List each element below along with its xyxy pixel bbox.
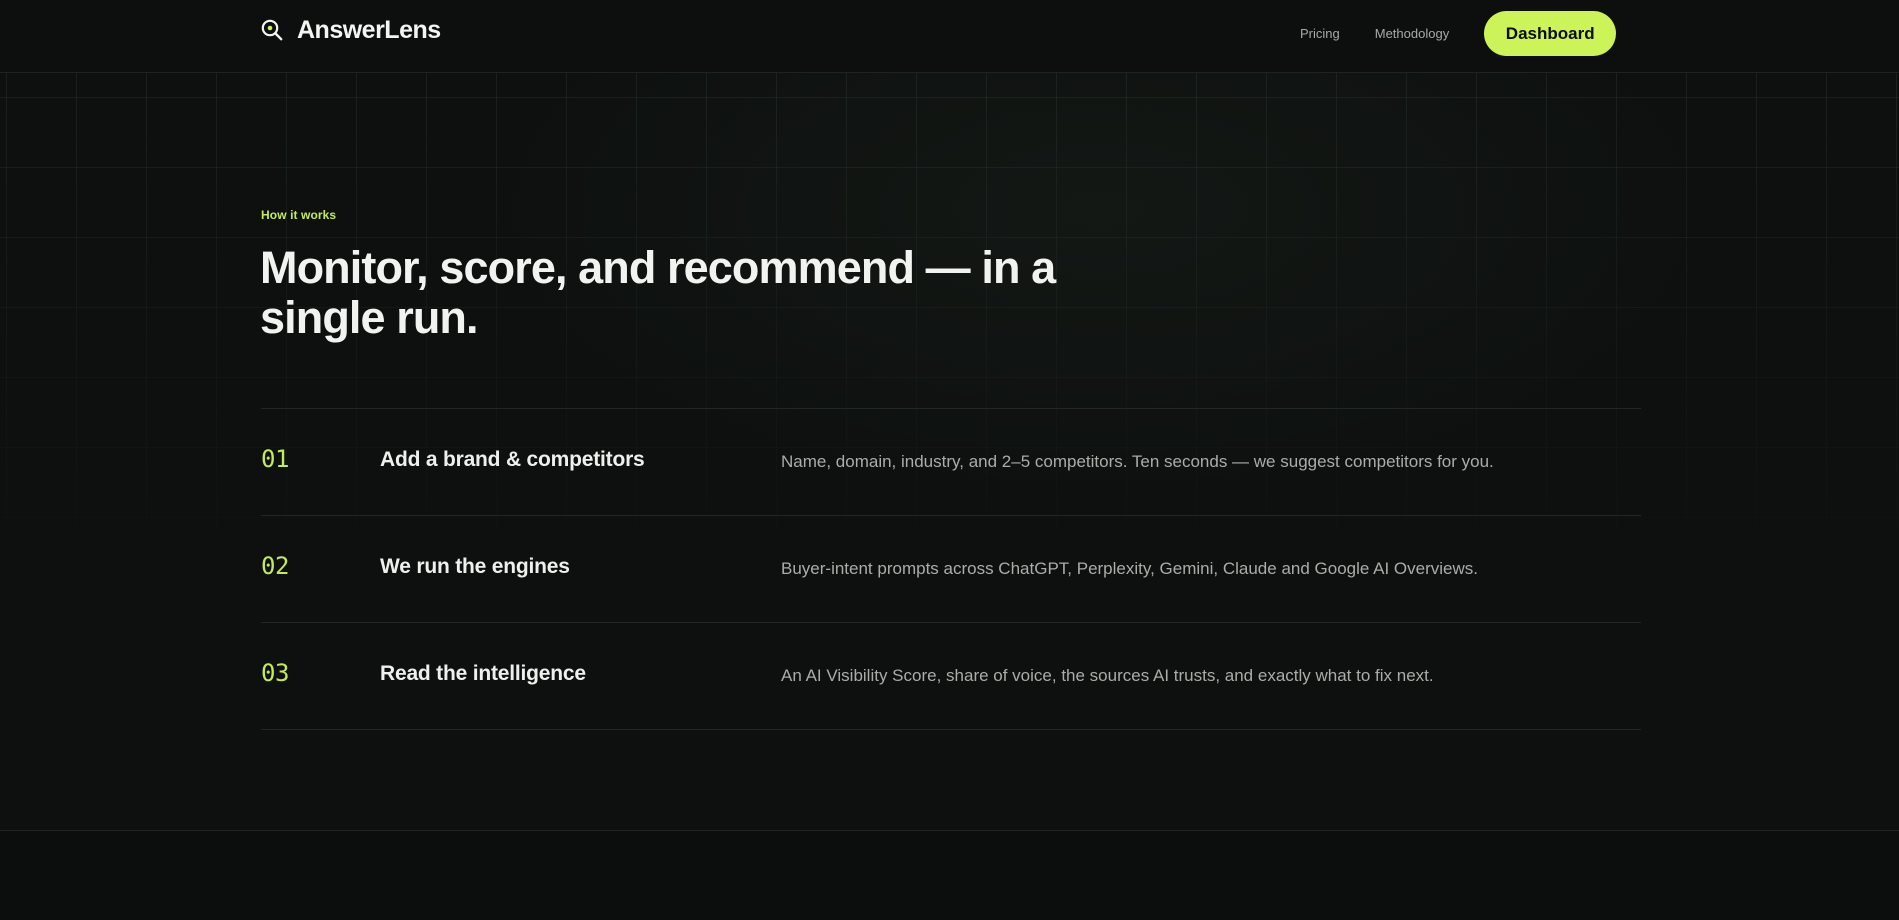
steps-list: 01 Add a brand & competitors Name, domai…: [261, 408, 1641, 730]
step-number: 02: [261, 552, 289, 580]
step-description: An AI Visibility Score, share of voice, …: [781, 666, 1434, 685]
nav-link-pricing[interactable]: Pricing: [1300, 26, 1340, 41]
step-description: Buyer-intent prompts across ChatGPT, Per…: [781, 559, 1478, 578]
step-number: 03: [261, 659, 289, 687]
step-title: We run the engines: [380, 555, 570, 578]
nav-links: Pricing Methodology Dashboard: [1300, 11, 1617, 56]
step-title: Read the intelligence: [380, 662, 586, 685]
step-title: Add a brand & competitors: [380, 448, 645, 471]
section-eyebrow: How it works: [261, 208, 337, 222]
page: AnswerLens Pricing Methodology Dashboard…: [0, 0, 1899, 920]
step-description: Name, domain, industry, and 2–5 competit…: [781, 452, 1494, 471]
magnifier-icon: [261, 19, 283, 41]
brand-name: AnswerLens: [297, 15, 441, 44]
step-row: 01 Add a brand & competitors Name, domai…: [261, 409, 1641, 516]
dashboard-button[interactable]: Dashboard: [1484, 11, 1617, 56]
section-headline: Monitor, score, and recommend — in a sin…: [260, 242, 1056, 343]
nav-link-methodology[interactable]: Methodology: [1375, 26, 1449, 41]
top-nav: AnswerLens Pricing Methodology Dashboard: [0, 0, 1899, 73]
brand-logo[interactable]: AnswerLens: [260, 14, 441, 46]
step-number: 01: [261, 445, 289, 473]
step-row: 03 Read the intelligence An AI Visibilit…: [261, 623, 1641, 730]
how-it-works-section: How it works Monitor, score, and recomme…: [0, 73, 1899, 831]
step-row: 02 We run the engines Buyer-intent promp…: [261, 516, 1641, 623]
